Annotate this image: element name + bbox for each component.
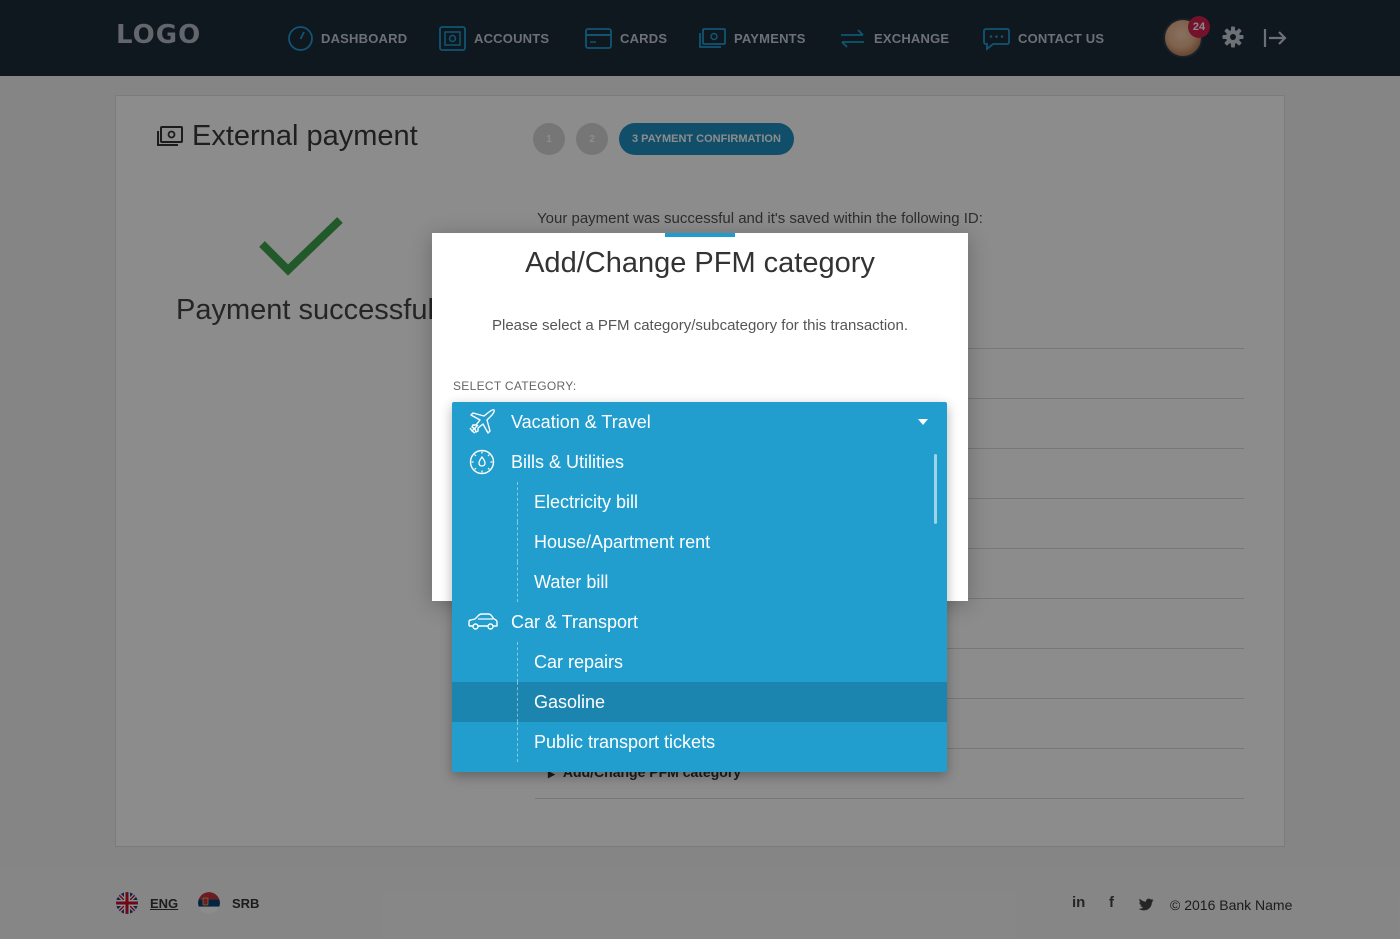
select-category-label: SELECT CATEGORY: [453,379,577,393]
airplane-icon [469,409,495,434]
dropdown-subitem-electricity-bill[interactable]: Electricity bill [452,482,947,522]
dropdown-subitem-water-bill[interactable]: Water bill [452,562,947,602]
car-icon [468,613,498,630]
dropdown-item-label: Bills & Utilities [511,451,625,472]
dropdown-selected-value[interactable]: Vacation & Travel [452,402,947,442]
dropdown-subitem-gasoline[interactable]: Gasoline [452,682,947,722]
dropdown-scrollbar[interactable] [934,454,937,524]
modal-accent-bar [665,233,735,237]
dropdown-item-label: Water bill [534,571,609,592]
tree-connector [517,522,518,562]
tree-connector [517,562,518,602]
dropdown-subitem-public-transport-tickets[interactable]: Public transport tickets [452,722,947,762]
tree-connector [517,682,518,722]
dropdown-item-label: Car repairs [534,651,624,672]
dropdown-category-car-transport[interactable]: Car & Transport [452,602,947,642]
dropdown-category-bills-utilities[interactable]: Bills & Utilities [452,442,947,482]
category-dropdown[interactable]: Vacation & Travel Bills & Utilities Elec… [452,402,947,772]
dropdown-item-label: Public transport tickets [534,731,716,752]
dropdown-item-label: House/Apartment rent [534,531,711,552]
dropdown-item-label: Electricity bill [534,491,639,512]
dropdown-subitem-car-repairs[interactable]: Car repairs [452,642,947,682]
dropdown-subitem-house-apartment-rent[interactable]: House/Apartment rent [452,522,947,562]
modal-description: Please select a PFM category/subcategory… [491,317,909,334]
dropdown-selected-label: Vacation & Travel [511,411,651,432]
dropdown-item-label: Gasoline [534,691,606,712]
tree-connector [517,722,518,762]
utilities-icon [469,449,495,475]
dropdown-item-label: Car & Transport [511,611,639,632]
modal-title: Add/Change PFM category [525,247,875,279]
tree-connector [517,642,518,682]
chevron-down-icon [918,419,928,425]
tree-connector [517,482,518,522]
